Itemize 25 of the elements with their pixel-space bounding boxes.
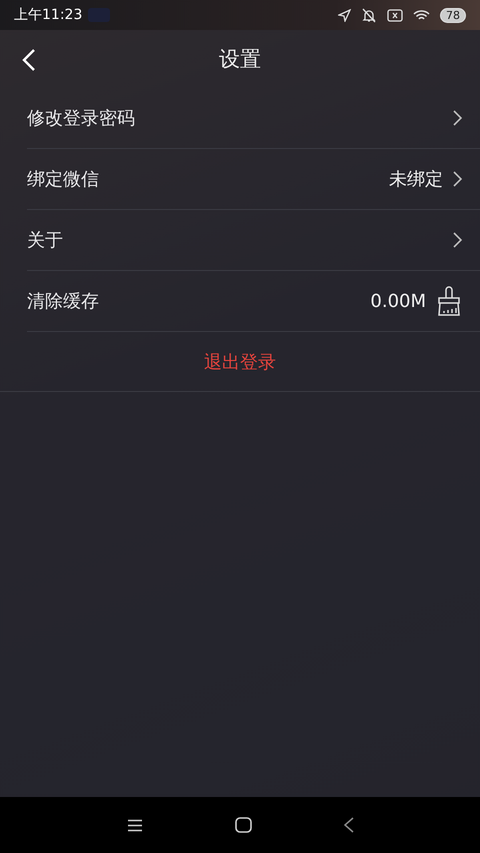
- row-label: 修改登录密码: [27, 107, 136, 130]
- row-label: 关于: [27, 229, 64, 252]
- settings-row[interactable]: 清除缓存 0.00M: [27, 271, 480, 332]
- settings-row[interactable]: 绑定微信 未绑定: [27, 149, 480, 210]
- row-label: 清除缓存: [27, 290, 100, 313]
- row-label: 绑定微信: [27, 168, 100, 191]
- wifi-icon: [413, 8, 430, 22]
- location-arrow-icon: [338, 8, 351, 22]
- chevron-right-icon: [453, 232, 462, 248]
- broom-icon[interactable]: [436, 286, 462, 316]
- muted-bell-icon: [361, 8, 377, 22]
- sim-off-icon: [387, 8, 403, 22]
- page-title: 设置: [219, 46, 261, 73]
- row-value: 0.00M: [370, 290, 426, 312]
- menu-icon: [126, 818, 142, 832]
- status-time: 上午11:23: [14, 6, 82, 24]
- settings-row[interactable]: 修改登录密码: [27, 88, 480, 149]
- logout-button[interactable]: 退出登录: [196, 346, 284, 378]
- rounded-square-icon: [234, 817, 252, 833]
- row-value: 未绑定: [389, 168, 443, 191]
- chevron-right-icon: [453, 110, 462, 126]
- settings-row[interactable]: 关于: [27, 210, 480, 271]
- battery-level: 78: [440, 8, 466, 22]
- chevron-right-icon: [453, 171, 462, 187]
- app-notification-icon: [88, 8, 110, 22]
